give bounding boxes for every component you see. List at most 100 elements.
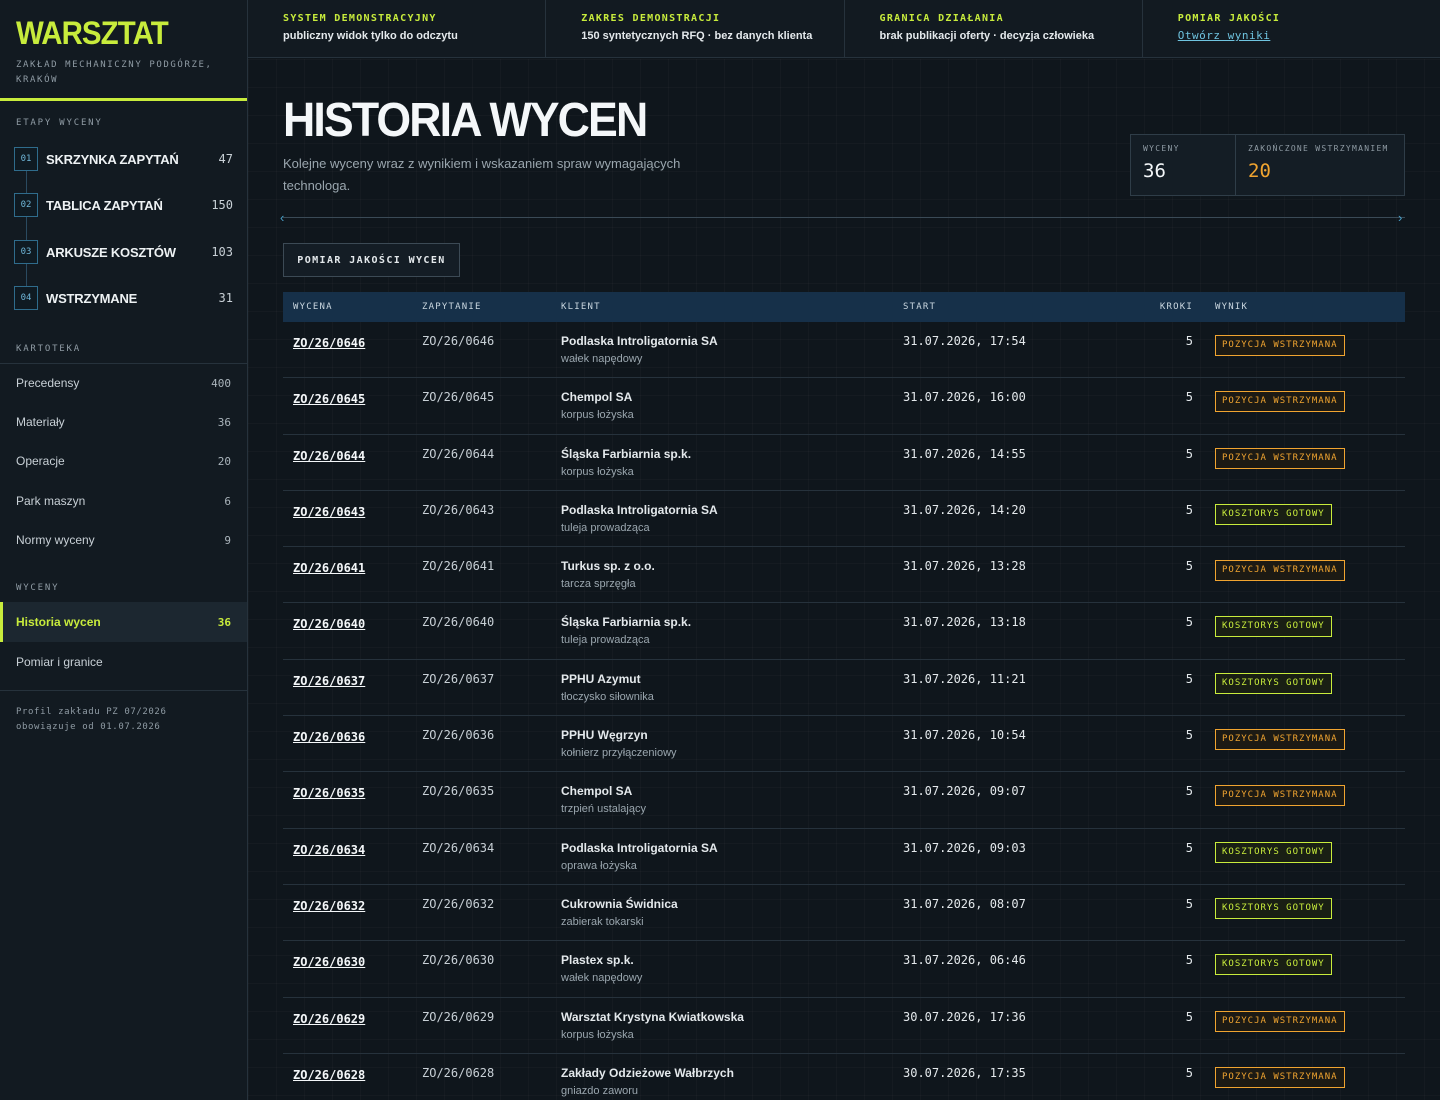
page-title: HISTORIA WYCEN [283,94,648,147]
table-row[interactable]: ZO/26/0640 ZO/26/0640 Śląska Farbiarnia … [283,603,1405,660]
quote-id-cell: ZO/26/0637 [283,672,422,690]
stat-label: ZAKOŃCZONE WSTRZYMANIEM [1248,144,1389,153]
quote-id-link[interactable]: ZO/26/0646 [293,336,365,350]
column-header[interactable]: WYNIK [1193,302,1405,312]
stages-connector [26,170,27,298]
quote-id-link[interactable]: ZO/26/0640 [293,617,365,631]
table-row[interactable]: ZO/26/0634 ZO/26/0634 Podlaska Introliga… [283,829,1405,885]
quote-id-link[interactable]: ZO/26/0634 [293,843,365,857]
quote-id-link[interactable]: ZO/26/0628 [293,1068,365,1082]
quote-id-cell: ZO/26/0636 [283,728,422,746]
result-cell: POZYCJA WSTRZYMANA [1193,334,1405,356]
table-row[interactable]: ZO/26/0645 ZO/26/0645 Chempol SA korpus … [283,378,1405,435]
sidebar-item-materialy[interactable]: Materiały 36 [0,402,247,442]
table-row[interactable]: ZO/26/0635 ZO/26/0635 Chempol SA trzpień… [283,772,1405,829]
status-badge: KOSZTORYS GOTOWY [1215,616,1332,638]
divider [0,690,247,691]
sidebar-item-operacje[interactable]: Operacje 20 [0,441,247,481]
part-name: wałek napędowy [561,353,643,365]
quote-id-link[interactable]: ZO/26/0644 [293,449,365,463]
sidebar-item-count: 9 [224,533,231,547]
start-cell: 31.07.2026, 08:07 [903,896,1026,911]
client-cell: Warsztat Krystyna Kwiatkowska korpus łoż… [561,1010,903,1041]
sidebar-item-normy-wyceny[interactable]: Normy wyceny 9 [0,520,247,560]
result-cell: KOSZTORYS GOTOWY [1193,953,1405,976]
column-header[interactable]: ZAPYTANIE [422,302,561,312]
status-badge: POZYCJA WSTRZYMANA [1215,335,1345,356]
chevron-left-icon[interactable]: ‹ [280,210,284,225]
status-badge: KOSZTORYS GOTOWY [1215,503,1332,525]
table-row[interactable]: ZO/26/0632 ZO/26/0632 Cukrownia Świdnica… [283,885,1405,942]
client-name: Śląska Farbiarnia sp.k. [561,615,692,630]
info-demo-system: SYSTEM DEMONSTRACYJNY publiczny widok ty… [248,0,547,57]
sidebar-item-label: Precedensy [16,376,80,390]
quote-id-link[interactable]: ZO/26/0632 [293,899,365,913]
quote-id-link[interactable]: ZO/26/0635 [293,786,365,800]
table-row[interactable]: ZO/26/0630 ZO/26/0630 Plastex sp.k. wałe… [283,941,1405,998]
table-row[interactable]: ZO/26/0637 ZO/26/0637 PPHU Azymut tłoczy… [283,660,1405,717]
stage-item-on-hold[interactable]: 04 WSTRZYMANE 31 [14,286,233,310]
chevron-right-icon[interactable]: › [1398,210,1402,225]
column-header[interactable]: KLIENT [561,302,903,312]
client-name: Śląska Farbiarnia sp.k. [561,446,692,461]
steps-cell: 5 [1185,1009,1193,1024]
table-row[interactable]: ZO/26/0646 ZO/26/0646 Podlaska Introliga… [283,322,1405,379]
stage-label: WSTRZYMANE [46,290,138,306]
table-row[interactable]: ZO/26/0629 ZO/26/0629 Warsztat Krystyna … [283,998,1405,1054]
stage-number: 02 [14,193,38,217]
request-id-cell: ZO/26/0636 [422,728,495,743]
table-row[interactable]: ZO/26/0641 ZO/26/0641 Turkus sp. z o.o. … [283,547,1405,604]
open-results-link[interactable]: Otwórz wyniki [1178,29,1271,42]
result-cell: POZYCJA WSTRZYMANA [1193,1066,1405,1088]
client-cell: PPHU Węgrzyn kołnierz przyłączeniowy [561,728,903,759]
stage-item-board[interactable]: 02 TABLICA ZAPYTAŃ 150 [14,193,233,217]
quote-id-link[interactable]: ZO/26/0629 [293,1012,365,1026]
stage-count: 31 [218,291,233,305]
start-cell: 31.07.2026, 11:21 [903,671,1026,686]
table-row[interactable]: ZO/26/0636 ZO/26/0636 PPHU Węgrzyn kołni… [283,716,1405,773]
table-row[interactable]: ZO/26/0628 ZO/26/0628 Zakłady Odzieżowe … [283,1054,1405,1100]
client-cell: PPHU Azymut tłoczysko siłownika [561,672,903,703]
client-name: Podlaska Introligatornia SA [561,502,718,517]
stage-count: 47 [218,152,233,166]
quote-id-link[interactable]: ZO/26/0643 [293,505,365,519]
sidebar-item-pomiar-i-granice[interactable]: Pomiar i granice [0,642,247,682]
column-header[interactable]: START [903,302,1113,312]
stage-item-cost-sheets[interactable]: 03 ARKUSZE KOSZTÓW 103 [14,240,233,264]
client-name: Warsztat Krystyna Kwiatkowska [561,1009,744,1024]
quote-id-cell: ZO/26/0640 [283,615,422,633]
info-label: ZAKRES DEMONSTRACJI [581,13,721,24]
table-body: ZO/26/0646 ZO/26/0646 Podlaska Introliga… [283,322,1405,1100]
client-name: Plastex sp.k. [561,953,634,968]
column-header[interactable]: KROKI [1113,302,1193,312]
request-id-cell: ZO/26/0640 [422,615,495,630]
client-cell: Plastex sp.k. wałek napędowy [561,953,903,984]
quote-id-link[interactable]: ZO/26/0636 [293,730,365,744]
brand: WARSZTAT ZAKŁAD MECHANICZNY PODGÓRZE, KR… [0,0,247,101]
result-cell: KOSZTORYS GOTOWY [1193,615,1405,638]
start-cell: 31.07.2026, 14:20 [903,502,1026,517]
table-row[interactable]: ZO/26/0643 ZO/26/0643 Podlaska Introliga… [283,491,1405,548]
client-cell: Zakłady Odzieżowe Wałbrzych gniazdo zawo… [561,1066,903,1097]
start-cell: 31.07.2026, 17:54 [903,334,1026,348]
quote-id-link[interactable]: ZO/26/0630 [293,955,365,969]
sidebar-item-precedensy[interactable]: Precedensy 400 [0,363,247,403]
table-row[interactable]: ZO/26/0644 ZO/26/0644 Śląska Farbiarnia … [283,435,1405,491]
steps-cell: 5 [1185,896,1193,911]
sidebar-item-historia-wycen[interactable]: Historia wycen 36 [0,602,247,642]
sidebar-item-park-maszyn[interactable]: Park maszyn 6 [0,481,247,521]
column-header[interactable]: WYCENA [283,302,422,312]
result-cell: KOSZTORYS GOTOWY [1193,503,1405,525]
quote-id-link[interactable]: ZO/26/0637 [293,674,365,688]
steps-cell: 5 [1185,502,1193,517]
quality-measure-button[interactable]: POMIAR JAKOŚCI WYCEN [283,243,460,277]
stats-panel: WYCENY 36 ZAKOŃCZONE WSTRZYMANIEM 20 [1130,134,1405,196]
profile-line: obowiązuje od 01.07.2026 [16,722,161,732]
quote-id-link[interactable]: ZO/26/0645 [293,392,365,406]
client-name: Zakłady Odzieżowe Wałbrzych [561,1065,734,1080]
brand-title: WARSZTAT [16,15,169,51]
result-cell: POZYCJA WSTRZYMANA [1193,447,1405,469]
quote-id-link[interactable]: ZO/26/0641 [293,561,365,575]
info-quality: POMIAR JAKOŚCI Otwórz wyniki [1143,0,1440,57]
stage-item-inbox[interactable]: 01 SKRZYNKA ZAPYTAŃ 47 [14,147,233,171]
